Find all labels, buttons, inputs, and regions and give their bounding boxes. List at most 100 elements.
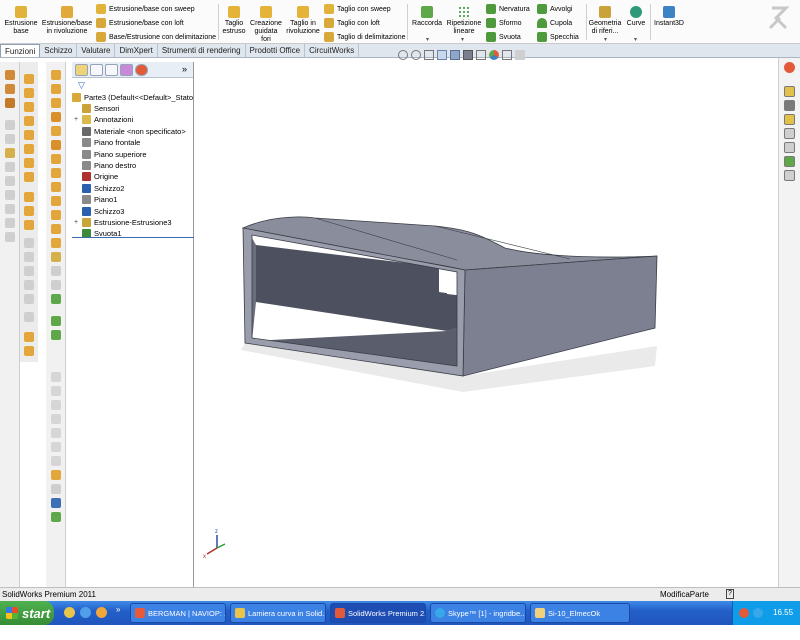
view-palette-icon[interactable]	[784, 114, 795, 125]
toolbar-tool-icon[interactable]	[24, 144, 34, 154]
toolbar-tool-icon[interactable]	[51, 386, 61, 396]
feature-tree-tab-icon[interactable]	[75, 64, 88, 76]
toolbar-tool-icon[interactable]	[24, 192, 34, 202]
toolbar-tool-icon[interactable]	[51, 266, 61, 276]
tree-item[interactable]: Piano frontale	[72, 137, 140, 148]
instant3d-button[interactable]: Instant3D	[652, 6, 686, 28]
configuration-manager-tab-icon[interactable]	[105, 64, 118, 76]
curves-dropdown-arrow-icon[interactable]: ▾	[634, 36, 637, 43]
toolbar-tool-icon[interactable]	[51, 196, 61, 206]
toolbar-tool-icon[interactable]	[5, 204, 15, 214]
fillet-dropdown-arrow-icon[interactable]: ▾	[426, 36, 429, 43]
display-manager-tab-icon[interactable]	[135, 64, 148, 76]
tab-dimxpert[interactable]: DimXpert	[115, 44, 158, 57]
tab-sketch[interactable]: Schizzo	[40, 44, 78, 57]
taskbar-button-bergman[interactable]: BERGMAN | NAVIOP: ...	[130, 603, 226, 623]
toolbar-tool-icon[interactable]	[5, 84, 15, 94]
toolbar-tool-icon[interactable]	[51, 294, 61, 304]
tab-evaluate[interactable]: Valutare	[77, 44, 116, 57]
toolbar-tool-icon[interactable]	[5, 70, 15, 80]
dimxpert-manager-tab-icon[interactable]	[120, 64, 133, 76]
search-icon[interactable]	[784, 156, 795, 167]
filter-icon[interactable]: ▽	[78, 80, 85, 91]
toolbar-tool-icon[interactable]	[24, 252, 34, 262]
toolbar-tool-icon[interactable]	[24, 312, 34, 322]
toolbar-tool-icon[interactable]	[24, 206, 34, 216]
toolbar-tool-icon[interactable]	[51, 224, 61, 234]
toolbar-tool-icon[interactable]	[24, 332, 34, 342]
toolbar-tool-icon[interactable]	[51, 316, 61, 326]
dome-button[interactable]: Cupola	[537, 17, 572, 29]
tree-item[interactable]: Piano1	[72, 194, 117, 205]
toolbar-tool-icon[interactable]	[24, 220, 34, 230]
skype-tray-icon[interactable]	[753, 608, 763, 618]
curves-button[interactable]: Curve	[624, 6, 648, 28]
toolbar-tool-icon[interactable]	[24, 280, 34, 290]
toolbar-tool-icon[interactable]	[24, 116, 34, 126]
toolbar-tool-icon[interactable]	[5, 190, 15, 200]
file-explorer-icon[interactable]	[784, 100, 795, 111]
tree-item[interactable]: + Annotazioni	[72, 114, 133, 125]
design-library-icon[interactable]	[784, 86, 795, 97]
apply-scene-icon[interactable]	[502, 50, 512, 60]
hide-show-items-icon[interactable]	[476, 50, 486, 60]
toolbar-tool-icon[interactable]	[51, 330, 61, 340]
property-manager-tab-icon[interactable]	[90, 64, 103, 76]
toolbar-tool-icon[interactable]	[5, 120, 15, 130]
appearances-icon[interactable]	[784, 128, 795, 139]
toolbar-tool-icon[interactable]	[51, 280, 61, 290]
toolbar-tool-icon[interactable]	[5, 176, 15, 186]
toolbox-icon[interactable]	[784, 170, 795, 181]
toolbar-tool-icon[interactable]	[51, 414, 61, 424]
hole-wizard-button[interactable]: Creazione guidata fori	[249, 6, 283, 44]
toolbar-tool-icon[interactable]	[51, 498, 61, 508]
toolbar-tool-icon[interactable]	[5, 162, 15, 172]
tree-expand-icon[interactable]: +	[72, 219, 80, 226]
toolbar-tool-icon[interactable]	[51, 512, 61, 522]
tree-item[interactable]: Sensori	[72, 103, 119, 114]
revolve-boss-button[interactable]: Estrusione/base in rivoluzione	[42, 6, 92, 36]
toolbar-tool-icon[interactable]	[51, 182, 61, 192]
tree-item[interactable]: Materiale <non specificato>	[72, 126, 186, 137]
tree-item[interactable]: + Estrusione-Estrusione3	[72, 217, 172, 228]
tree-root[interactable]: Parte3 (Default<<Default>_Stato	[72, 92, 193, 103]
display-style-icon[interactable]	[463, 50, 473, 60]
mirror-button[interactable]: Specchia	[537, 31, 579, 43]
view-orientation-icon[interactable]	[450, 50, 460, 60]
tree-item[interactable]: Schizzo2	[72, 183, 124, 194]
toolbar-tool-icon[interactable]	[24, 266, 34, 276]
toolbar-tool-icon[interactable]	[51, 400, 61, 410]
toolbar-tool-icon[interactable]	[24, 294, 34, 304]
toolbar-tool-icon[interactable]	[51, 98, 61, 108]
toolbar-tool-icon[interactable]	[51, 210, 61, 220]
linear-pattern-button[interactable]: Ripetizione lineare	[444, 6, 484, 36]
help-icon[interactable]: ?	[726, 589, 734, 599]
boundary-boss-button[interactable]: Base/Estrusione con delimitazione	[96, 31, 216, 43]
tree-item[interactable]: Schizzo3	[72, 206, 124, 217]
rollback-bar[interactable]	[72, 237, 194, 238]
tree-expand-icon[interactable]: +	[72, 116, 80, 123]
toolbar-tool-icon[interactable]	[24, 102, 34, 112]
toolbar-tool-icon[interactable]	[51, 168, 61, 178]
toolbar-tool-icon[interactable]	[51, 126, 61, 136]
tab-features[interactable]: Funzioni	[0, 44, 41, 57]
wrap-button[interactable]: Avvolgi	[537, 3, 572, 15]
toolbar-tool-icon[interactable]	[51, 484, 61, 494]
expand-panel-icon[interactable]: »	[182, 64, 187, 74]
toolbar-tool-icon[interactable]	[5, 148, 15, 158]
reference-geometry-dropdown-arrow-icon[interactable]: ▾	[604, 36, 607, 43]
toolbar-tool-icon[interactable]	[5, 218, 15, 228]
show-desktop-icon[interactable]	[96, 607, 107, 618]
toolbar-tool-icon[interactable]	[5, 134, 15, 144]
custom-properties-icon[interactable]	[784, 142, 795, 153]
swept-cut-button[interactable]: Taglio con sweep	[324, 3, 391, 15]
toolbar-tool-icon[interactable]	[5, 232, 15, 242]
toolbar-tool-icon[interactable]	[51, 470, 61, 480]
extrude-boss-button[interactable]: Estrusione base	[4, 6, 38, 36]
toolbar-tool-icon[interactable]	[51, 238, 61, 248]
revolved-cut-button[interactable]: Taglio in rivoluzione	[285, 6, 321, 36]
toolbar-tool-icon[interactable]	[51, 154, 61, 164]
internet-explorer-icon[interactable]	[80, 607, 91, 618]
graphics-area[interactable]: z x	[195, 58, 800, 587]
taskbar-button-solidworks[interactable]: SolidWorks Premium 2...	[330, 603, 426, 623]
